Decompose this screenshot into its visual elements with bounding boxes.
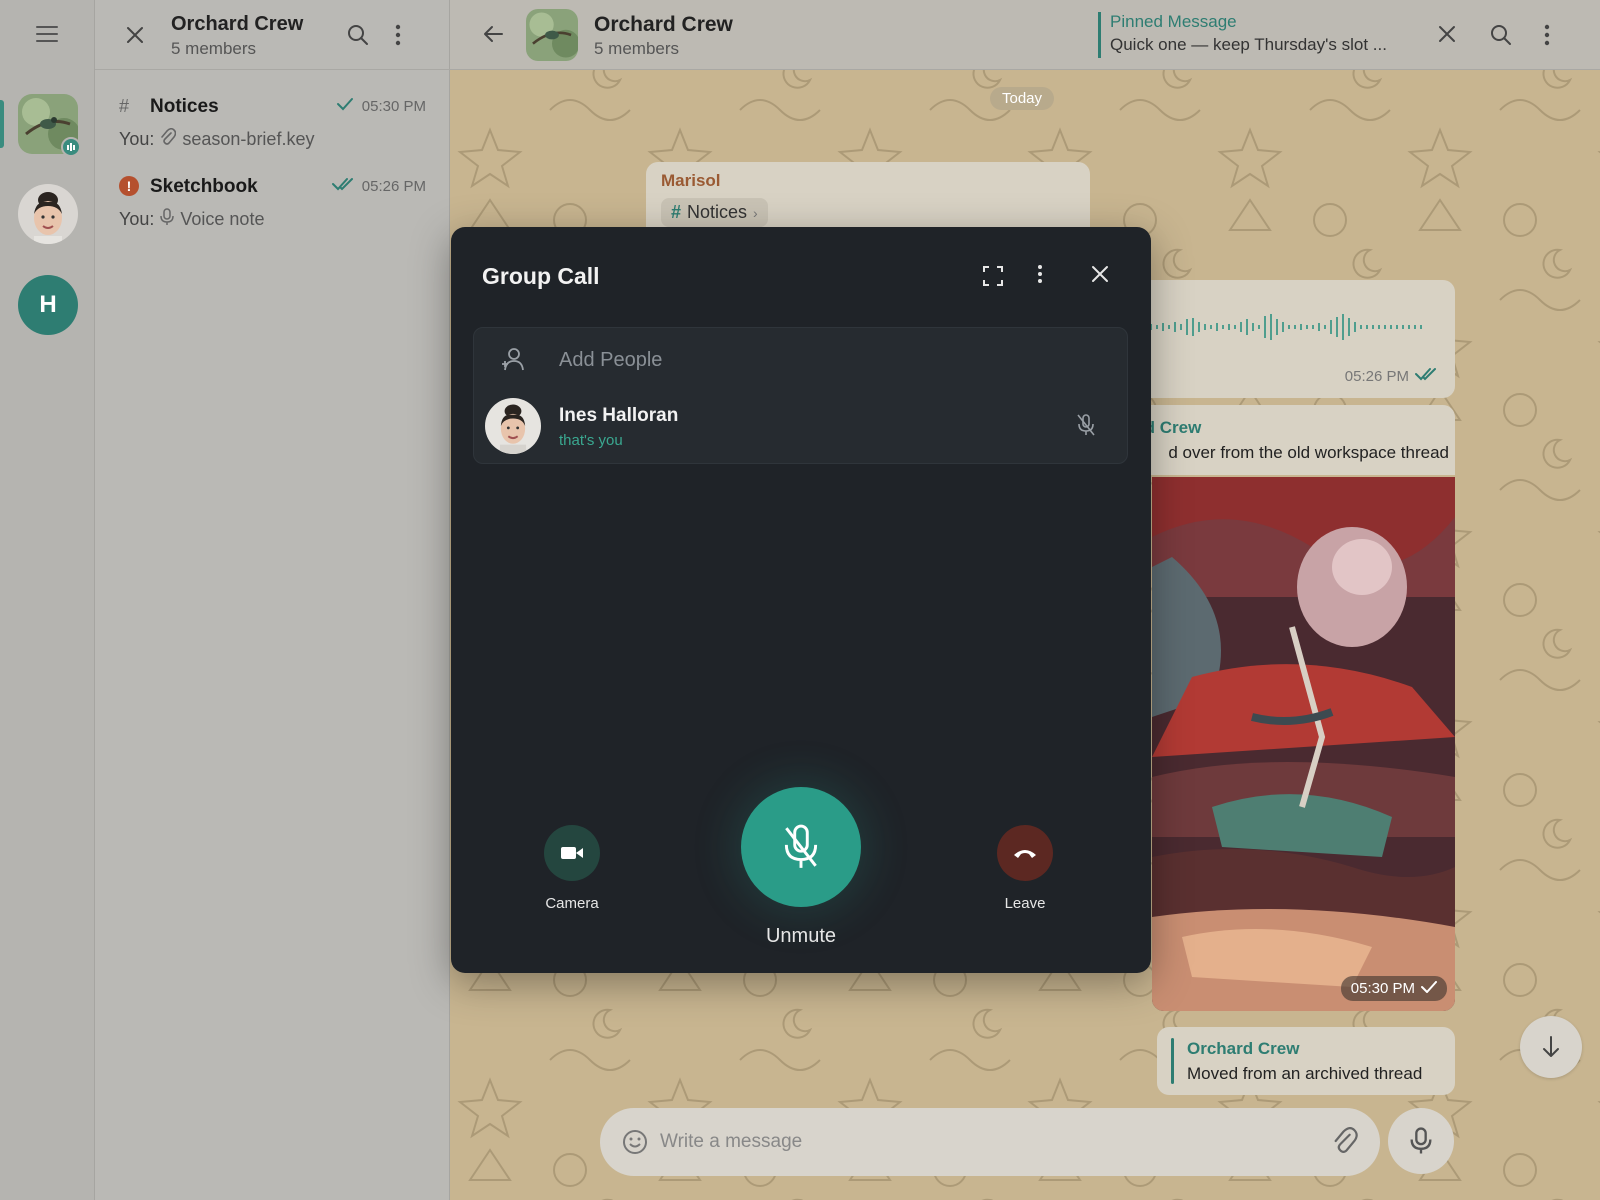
single-check-icon	[336, 97, 354, 116]
rail-avatar-ines[interactable]	[18, 184, 78, 244]
hang-up-icon	[1014, 850, 1036, 858]
message-time: 05:30 PM	[1350, 980, 1415, 997]
camera-label: Camera	[545, 895, 599, 912]
topic-name: Notices	[687, 202, 748, 222]
more-vertical-icon[interactable]	[1544, 24, 1550, 51]
error-icon: !	[119, 176, 139, 196]
double-check-icon	[1415, 367, 1437, 386]
chat-item-preview: You: Voice note	[119, 208, 264, 231]
participant-row[interactable]: Ines Halloran that's you	[474, 388, 1129, 465]
archived-text: Moved from an archived thread	[1187, 1064, 1423, 1083]
photo-time-badge: 05:30 PM	[1340, 976, 1447, 1001]
unmute-button[interactable]	[741, 787, 861, 907]
chat-list-header: Orchard Crew 5 members	[95, 0, 450, 70]
hash-icon: #	[671, 202, 682, 222]
close-icon[interactable]	[1091, 265, 1109, 288]
more-vertical-icon[interactable]	[1037, 264, 1043, 289]
fullscreen-icon[interactable]	[983, 266, 1003, 291]
close-icon[interactable]	[125, 25, 145, 45]
chat-subtitle: 5 members	[594, 39, 680, 58]
rail-active-indicator	[0, 100, 4, 148]
paperclip-icon	[160, 127, 177, 151]
search-icon[interactable]	[1490, 24, 1512, 51]
chat-list-subtitle: 5 members	[171, 39, 257, 58]
chevron-right-icon: ›	[753, 204, 758, 221]
live-call-badge-icon	[61, 137, 81, 157]
chat-list-title: Orchard Crew	[171, 13, 304, 35]
preview-you-label: You:	[119, 129, 155, 149]
date-chip: Today	[990, 87, 1055, 110]
pinned-text: Quick one — keep Thursday's slot ...	[1110, 35, 1387, 54]
abstract-painting-image	[1152, 477, 1455, 1011]
participant-avatar	[485, 398, 541, 454]
participant-name: Ines Halloran	[559, 405, 679, 426]
group-call-panel: Group Call Add People Ines Halloran that…	[451, 227, 1151, 973]
message-input[interactable]	[660, 1126, 1300, 1158]
chat-avatar[interactable]	[526, 9, 578, 61]
paperclip-icon[interactable]	[1332, 1127, 1358, 1160]
message-composer	[600, 1108, 1380, 1176]
chat-item-name: Notices	[150, 96, 219, 117]
camera-control[interactable]: Camera	[532, 825, 612, 912]
hamburger-menu-icon[interactable]	[36, 26, 58, 42]
leave-control[interactable]: Leave	[985, 825, 1065, 912]
hash-icon: #	[119, 96, 130, 116]
microphone-icon	[160, 208, 175, 231]
chat-item-notices[interactable]: # Notices 05:30 PM You: season-brief.key	[95, 86, 450, 166]
rail-avatar-h[interactable]: H	[18, 275, 78, 335]
arrow-down-icon	[1543, 1036, 1559, 1057]
video-camera-icon	[561, 847, 583, 859]
unmute-control[interactable]: Unmute	[721, 787, 881, 948]
pinned-message[interactable]: Pinned Message Quick one — keep Thursday…	[1098, 12, 1387, 58]
chat-list-panel: Orchard Crew 5 members # Notices 05:30 P…	[95, 0, 450, 1200]
scroll-down-button[interactable]	[1520, 1016, 1582, 1078]
preview-you-label: You:	[119, 209, 155, 229]
message-sender: Marisol	[661, 171, 721, 190]
chat-item-time: 05:26 PM	[361, 178, 426, 195]
single-check-icon	[1421, 980, 1437, 997]
participants-list: Add People Ines Halloran that's you	[473, 327, 1128, 464]
preview-text: Voice note	[180, 209, 265, 229]
message-time: 05:26 PM	[1344, 368, 1409, 385]
add-person-icon	[500, 346, 526, 377]
archived-message[interactable]: Orchard Crew Moved from an archived thre…	[1157, 1027, 1455, 1095]
leave-button[interactable]	[997, 825, 1053, 881]
chat-item-name: Sketchbook	[150, 176, 258, 197]
participant-subtitle: that's you	[559, 432, 623, 449]
forwarded-message[interactable]: rd Crew d over from the old workspace th…	[1130, 405, 1455, 475]
camera-button[interactable]	[544, 825, 600, 881]
muted-mic-icon	[1077, 414, 1095, 441]
leave-label: Leave	[1004, 895, 1046, 912]
folder-rail: H	[0, 0, 95, 1200]
microphone-icon	[1410, 1127, 1432, 1154]
search-icon[interactable]	[347, 24, 369, 51]
topic-link[interactable]: # Notices ›	[661, 198, 768, 227]
add-people-label: Add People	[559, 349, 663, 371]
close-icon[interactable]	[1438, 25, 1456, 48]
chat-header: Orchard Crew 5 members Pinned Message Qu…	[450, 0, 1600, 70]
voice-message[interactable]: 05:26 PM	[1130, 280, 1455, 398]
chat-item-time: 05:30 PM	[361, 98, 426, 115]
chat-title: Orchard Crew	[594, 13, 733, 36]
unmute-label: Unmute	[765, 925, 837, 947]
emoji-icon[interactable]	[622, 1129, 648, 1160]
muted-mic-icon	[784, 824, 818, 868]
back-arrow-icon[interactable]	[482, 24, 504, 49]
preview-text: season-brief.key	[182, 129, 315, 149]
chat-item-preview: You: season-brief.key	[119, 127, 315, 151]
record-voice-button[interactable]	[1388, 1108, 1454, 1174]
chat-item-sketchbook[interactable]: ! Sketchbook 05:26 PM You: Voice note	[95, 166, 450, 246]
add-people-button[interactable]: Add People	[474, 328, 1129, 388]
photo-attachment[interactable]: 05:30 PM	[1152, 477, 1455, 1011]
quote-bar	[1171, 1038, 1174, 1084]
more-vertical-icon[interactable]	[395, 24, 401, 51]
call-title: Group Call	[482, 263, 600, 289]
pinned-label: Pinned Message	[1110, 12, 1237, 31]
archived-sender: Orchard Crew	[1187, 1039, 1300, 1058]
waveform[interactable]	[1136, 310, 1436, 344]
forward-text: d over from the old workspace thread	[1168, 443, 1449, 462]
double-check-icon	[332, 177, 354, 196]
